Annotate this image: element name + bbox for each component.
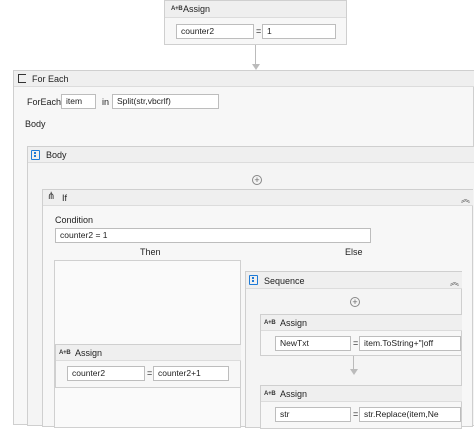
assign-icon: A+B [171, 6, 183, 12]
if-title: If [62, 193, 68, 203]
else-assign2-header[interactable]: A+B Assign [261, 386, 462, 402]
else-assign1-to-field[interactable]: NewTxt [275, 336, 351, 351]
then-assign-activity[interactable]: A+B Assign counter2 = counter2+1 [55, 344, 241, 388]
foreach-values-field[interactable]: Split(str,vbcrlf) [112, 94, 219, 109]
top-assign-value-field[interactable]: 1 [262, 24, 336, 39]
if-condition-label: Condition [55, 215, 94, 225]
assign-icon: A+B [59, 350, 71, 356]
else-assign1-title: Assign [280, 318, 308, 328]
foreach-item-field[interactable]: item [61, 94, 96, 109]
then-assign-to-field[interactable]: counter2 [67, 366, 145, 381]
top-assign-header[interactable]: A+B Assign [165, 1, 346, 18]
top-assign-activity[interactable]: A+B Assign counter2 = 1 [164, 0, 347, 45]
else-assign2-equals: = [353, 409, 359, 419]
top-assign-to-field[interactable]: counter2 [176, 24, 254, 39]
foreach-title: For Each [32, 74, 69, 84]
if-else-label: Else [345, 247, 363, 257]
then-assign-equals: = [147, 368, 153, 378]
else-assign1-header[interactable]: A+B Assign [261, 315, 462, 331]
else-sequence[interactable]: Sequence ︽ + A+B Assign NewTxt = item.To… [245, 271, 462, 429]
top-assign-title: Assign [183, 4, 211, 14]
if-activity[interactable]: ⋔ If ︽ Condition counter2 = 1 Then Else … [42, 189, 473, 429]
collapse-chevron-icon[interactable]: ︽ [450, 275, 459, 288]
connector-arrowhead [350, 369, 358, 375]
if-condition-field[interactable]: counter2 = 1 [55, 228, 371, 243]
add-activity-icon[interactable]: + [252, 175, 262, 185]
else-sequence-title: Sequence [264, 276, 305, 286]
then-assign-value-field[interactable]: counter2+1 [153, 366, 229, 381]
else-assign1-value-field[interactable]: item.ToString+"|off [359, 336, 461, 351]
foreach-in-label: in [102, 97, 110, 107]
then-assign-header[interactable]: A+B Assign [56, 345, 241, 361]
collapse-chevron-icon[interactable]: ︽ [461, 192, 470, 205]
foreach-icon [18, 74, 26, 83]
if-header[interactable]: ⋔ If ︽ [43, 190, 473, 206]
assign-icon: A+B [264, 320, 276, 326]
else-assign2-activity[interactable]: A+B Assign str = str.Replace(item,Ne [260, 385, 462, 429]
then-panel[interactable]: A+B Assign counter2 = counter2+1 [54, 260, 241, 428]
else-assign2-title: Assign [280, 389, 308, 399]
add-activity-icon[interactable]: + [350, 297, 360, 307]
else-assign1-equals: = [353, 338, 359, 348]
foreach-header[interactable]: For Each [14, 71, 474, 87]
then-assign-title: Assign [75, 348, 103, 358]
foreach-body-label: Body [25, 119, 46, 129]
if-then-label: Then [140, 247, 161, 257]
else-assign2-value-field[interactable]: str.Replace(item,Ne [359, 407, 461, 422]
else-assign2-to-field[interactable]: str [275, 407, 351, 422]
top-assign-equals: = [256, 26, 262, 36]
else-assign1-activity[interactable]: A+B Assign NewTxt = item.ToString+"|off [260, 314, 462, 356]
body-sequence[interactable]: Body + ⋔ If ︽ Condition counter2 = 1 The… [27, 146, 474, 429]
body-sequence-title: Body [46, 150, 67, 160]
else-sequence-header[interactable]: Sequence ︽ [246, 272, 462, 289]
sequence-icon [31, 150, 40, 160]
sequence-icon [249, 275, 258, 285]
foreach-activity[interactable]: For Each ForEach item in Split(str,vbcrl… [13, 70, 474, 429]
if-icon: ⋔ [47, 191, 56, 202]
body-sequence-header[interactable]: Body [28, 147, 474, 163]
assign-icon: A+B [264, 391, 276, 397]
foreach-label: ForEach [27, 97, 62, 107]
